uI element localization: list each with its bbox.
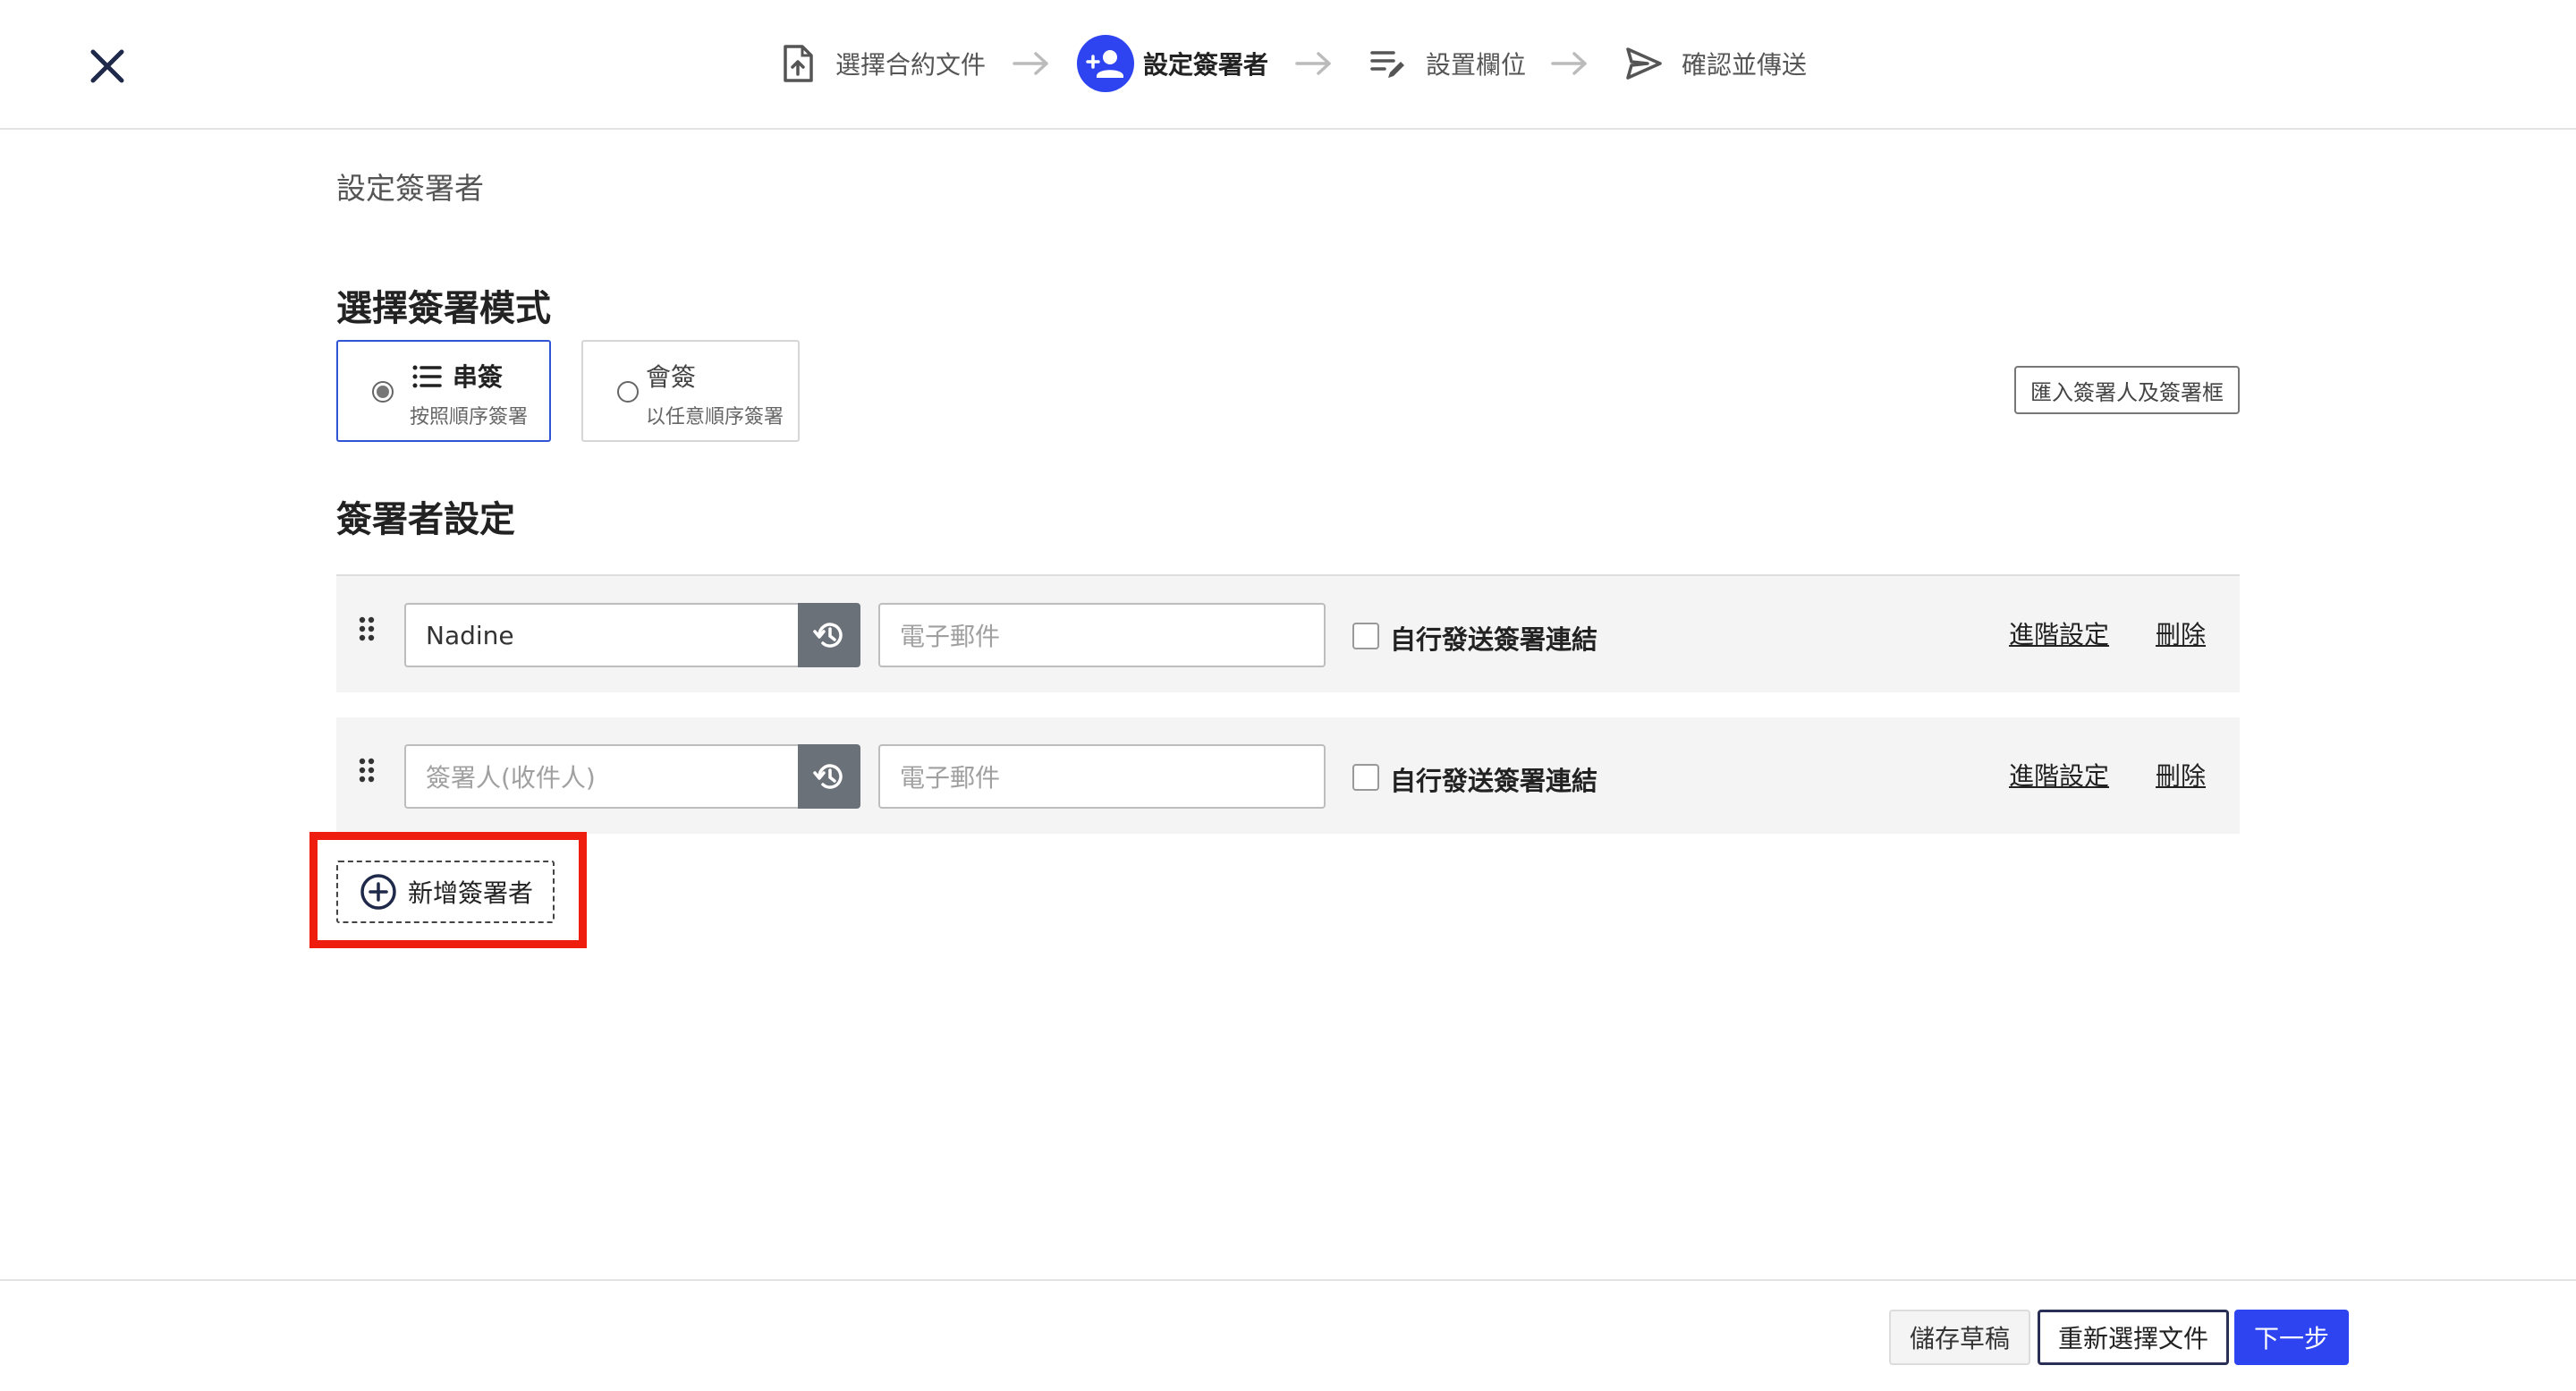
mode-radio-sequential[interactable] xyxy=(372,381,394,403)
delete-signer-link[interactable]: 刪除 xyxy=(2156,615,2206,651)
delete-signer-link[interactable]: 刪除 xyxy=(2156,757,2206,793)
person-add-icon xyxy=(1077,35,1134,92)
edit-fields-icon xyxy=(1360,35,1417,92)
list-numbered-icon xyxy=(412,365,442,388)
step-label: 設定簽署者 xyxy=(1143,50,1269,80)
arrow-right-icon xyxy=(1551,52,1587,75)
page-title: 設定簽署者 xyxy=(336,171,484,206)
self-send-label: 自行發送簽署連結 xyxy=(1390,624,1598,655)
mode-radio-parallel[interactable] xyxy=(617,381,639,403)
signer-email-input[interactable]: 電子郵件 xyxy=(878,744,1326,809)
arrow-right-icon xyxy=(1013,52,1048,75)
step-set-signers[interactable]: 設定簽署者 xyxy=(1077,32,1268,95)
mode-subtitle: 以任意順序簽署 xyxy=(646,406,784,428)
history-icon xyxy=(813,623,843,648)
signer-email-input[interactable]: 電子郵件 xyxy=(878,603,1326,667)
mode-card-parallel[interactable]: 會簽 以任意順序簽署 xyxy=(581,340,800,442)
add-signer-button[interactable]: 新增簽署者 xyxy=(336,861,555,923)
signer-name-input[interactable]: 簽署人(收件人) xyxy=(404,744,798,809)
arrow-right-icon xyxy=(1295,52,1331,75)
drag-handle-icon[interactable] xyxy=(358,615,376,642)
self-send-checkbox[interactable] xyxy=(1352,764,1379,791)
plus-circle-icon xyxy=(360,874,396,910)
step-label: 設置欄位 xyxy=(1426,50,1527,80)
advanced-settings-link[interactable]: 進階設定 xyxy=(2009,757,2109,793)
self-send-label: 自行發送簽署連結 xyxy=(1390,766,1598,796)
self-send-checkbox[interactable] xyxy=(1352,623,1379,649)
signer-row: 簽署人(收件人) 電子郵件 自行發送簽署連結 進階設定 刪除 xyxy=(336,717,2240,834)
history-icon xyxy=(813,764,843,789)
mode-title: 串簽 xyxy=(453,362,504,392)
step-set-fields[interactable]: 設置欄位 xyxy=(1360,32,1526,95)
history-button[interactable] xyxy=(798,744,860,809)
mode-section-title: 選擇簽署模式 xyxy=(336,288,551,329)
add-signer-label: 新增簽署者 xyxy=(408,878,534,908)
next-button[interactable]: 下一步 xyxy=(2234,1310,2349,1365)
step-label: 確認並傳送 xyxy=(1682,50,1808,80)
step-select-document[interactable]: 選擇合約文件 xyxy=(769,32,986,95)
progress-stepper: 選擇合約文件 設定簽署者 設置欄位 確認並傳送 xyxy=(0,32,2576,95)
file-upload-icon xyxy=(769,35,826,92)
mode-subtitle: 按照順序簽署 xyxy=(410,406,529,428)
reselect-document-button[interactable]: 重新選擇文件 xyxy=(2038,1310,2229,1365)
save-draft-button[interactable]: 儲存草稿 xyxy=(1889,1310,2030,1365)
step-label: 選擇合約文件 xyxy=(835,50,987,80)
step-confirm-send[interactable]: 確認並傳送 xyxy=(1615,32,1807,95)
bottom-bar: 儲存草稿 重新選擇文件 下一步 xyxy=(0,1279,2576,1391)
send-icon xyxy=(1615,35,1673,92)
mode-title: 會簽 xyxy=(646,362,697,392)
history-button[interactable] xyxy=(798,603,860,667)
top-bar: 選擇合約文件 設定簽署者 設置欄位 確認並傳送 xyxy=(0,0,2576,130)
mode-card-sequential[interactable]: 串簽 按照順序簽署 xyxy=(336,340,551,442)
signer-name-input[interactable]: Nadine xyxy=(404,603,798,667)
advanced-settings-link[interactable]: 進階設定 xyxy=(2009,615,2109,651)
drag-handle-icon[interactable] xyxy=(358,757,376,784)
signer-row: Nadine 電子郵件 自行發送簽署連結 進階設定 刪除 xyxy=(336,574,2240,692)
signer-section-title: 簽署者設定 xyxy=(336,499,515,540)
import-signers-button[interactable]: 匯入簽署人及簽署框 xyxy=(2014,366,2240,414)
